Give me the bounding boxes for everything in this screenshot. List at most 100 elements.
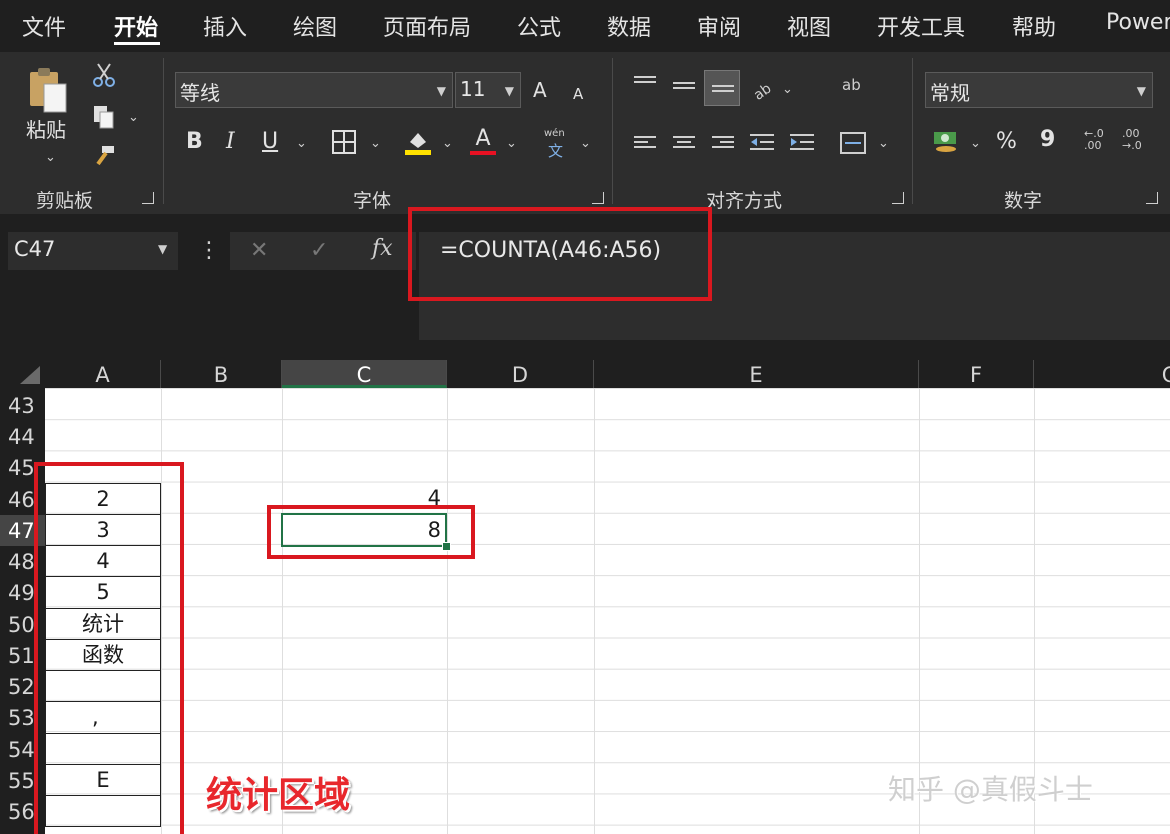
number-format-value: 常规 bbox=[930, 81, 970, 105]
phonetic-dropdown-icon[interactable]: ⌄ bbox=[580, 136, 591, 151]
insert-function-icon[interactable]: fx bbox=[372, 236, 393, 261]
select-all-corner[interactable] bbox=[0, 360, 45, 388]
alignment-group-label: 对齐方式 bbox=[706, 190, 783, 212]
accounting-format-icon[interactable] bbox=[932, 128, 960, 154]
copy-dropdown-icon[interactable]: ⌄ bbox=[128, 110, 139, 125]
column-header-c[interactable]: C bbox=[282, 360, 447, 388]
fill-color-icon[interactable] bbox=[404, 128, 432, 156]
cut-icon[interactable] bbox=[92, 62, 116, 88]
align-middle-icon[interactable] bbox=[673, 82, 695, 98]
group-divider bbox=[612, 58, 613, 204]
align-bottom-icon bbox=[712, 85, 734, 101]
svg-text:ab: ab bbox=[751, 81, 774, 100]
grid-line bbox=[594, 388, 595, 834]
increase-indent-icon[interactable] bbox=[790, 132, 814, 152]
tab-insert[interactable]: 插入 bbox=[203, 10, 247, 42]
clipboard-launcher-icon[interactable] bbox=[142, 192, 154, 204]
align-right-icon[interactable] bbox=[712, 136, 734, 152]
result-highlight-box bbox=[267, 505, 475, 559]
number-group-label: 数字 bbox=[1004, 190, 1043, 212]
font-launcher-icon[interactable] bbox=[592, 192, 604, 204]
align-center-icon[interactable] bbox=[673, 136, 695, 152]
column-header-d[interactable]: D bbox=[447, 360, 594, 388]
tab-file[interactable]: 文件 bbox=[22, 10, 66, 42]
phonetic-bottom[interactable]: 文 bbox=[548, 140, 563, 161]
tab-power[interactable]: Power bbox=[1106, 10, 1170, 35]
tab-home[interactable]: 开始 bbox=[114, 10, 158, 42]
tab-draw[interactable]: 绘图 bbox=[293, 10, 337, 42]
accounting-dropdown-icon[interactable]: ⌄ bbox=[970, 136, 981, 151]
column-header-a[interactable]: A bbox=[45, 360, 161, 388]
number-launcher-icon[interactable] bbox=[1146, 192, 1158, 204]
percent-button[interactable]: % bbox=[996, 130, 1017, 154]
group-divider bbox=[912, 58, 913, 204]
underline-button[interactable]: U bbox=[262, 130, 278, 154]
align-bottom-button[interactable] bbox=[704, 70, 740, 106]
font-color-glyph: A bbox=[475, 126, 491, 151]
formula-highlight-box bbox=[408, 207, 712, 301]
active-tab-indicator bbox=[114, 42, 160, 45]
font-color-dropdown-icon[interactable]: ⌄ bbox=[506, 136, 517, 151]
paste-label[interactable]: 粘贴 bbox=[26, 118, 66, 142]
decrease-indent-icon[interactable] bbox=[750, 132, 774, 152]
font-name-value: 等线 bbox=[180, 81, 220, 105]
grid-line bbox=[447, 388, 448, 834]
cancel-icon[interactable]: ✕ bbox=[250, 238, 268, 263]
grow-font-button[interactable]: A bbox=[533, 78, 547, 102]
font-name-select[interactable]: 等线 ▼ bbox=[175, 72, 453, 108]
region-label: 统计区域 bbox=[206, 775, 351, 816]
font-size-select[interactable]: 11 ▼ bbox=[455, 72, 521, 108]
phonetic-top[interactable]: wén bbox=[544, 128, 565, 139]
row-header[interactable]: 43 bbox=[0, 390, 45, 421]
increase-decimal-button[interactable]: ←.0 .00 bbox=[1084, 128, 1110, 152]
alignment-launcher-icon[interactable] bbox=[892, 192, 904, 204]
enter-icon[interactable]: ✓ bbox=[310, 238, 328, 263]
paste-dropdown-icon[interactable]: ⌄ bbox=[45, 150, 56, 165]
font-group-label: 字体 bbox=[353, 190, 392, 212]
tab-review[interactable]: 审阅 bbox=[697, 10, 741, 42]
italic-button[interactable]: I bbox=[226, 130, 235, 154]
group-divider bbox=[163, 58, 164, 204]
merge-dropdown-icon[interactable]: ⌄ bbox=[878, 136, 889, 151]
chevron-down-icon: ▼ bbox=[504, 84, 514, 98]
copy-icon[interactable] bbox=[92, 104, 116, 130]
orientation-icon[interactable]: ab bbox=[750, 78, 775, 104]
more-options-icon[interactable]: ⋮ bbox=[198, 238, 220, 263]
merge-center-icon[interactable] bbox=[840, 132, 866, 154]
font-size-value: 11 bbox=[460, 77, 486, 101]
orientation-dropdown-icon[interactable]: ⌄ bbox=[782, 82, 793, 97]
borders-dropdown-icon[interactable]: ⌄ bbox=[370, 136, 381, 151]
bold-button[interactable]: B bbox=[186, 130, 203, 154]
row-header[interactable]: 44 bbox=[0, 421, 45, 452]
borders-icon[interactable] bbox=[332, 130, 356, 154]
tab-help[interactable]: 帮助 bbox=[1012, 10, 1056, 42]
chevron-down-icon: ▼ bbox=[436, 84, 446, 98]
font-color-button[interactable]: A bbox=[470, 126, 496, 156]
shrink-font-button[interactable]: A bbox=[573, 82, 583, 106]
column-header-f[interactable]: F bbox=[919, 360, 1034, 388]
name-box-value: C47 bbox=[14, 237, 56, 261]
tab-view[interactable]: 视图 bbox=[787, 10, 831, 42]
format-painter-icon[interactable] bbox=[92, 144, 116, 168]
tab-data[interactable]: 数据 bbox=[607, 10, 651, 42]
tab-page-layout[interactable]: 页面布局 bbox=[383, 10, 471, 42]
align-left-icon[interactable] bbox=[634, 136, 656, 152]
name-box[interactable]: C47 ▼ bbox=[8, 232, 178, 270]
column-header-e[interactable]: E bbox=[594, 360, 919, 388]
comma-style-button[interactable]: 9 bbox=[1040, 128, 1055, 152]
column-header-g[interactable]: G bbox=[1034, 360, 1170, 388]
column-header-b[interactable]: B bbox=[161, 360, 282, 388]
fill-color-dropdown-icon[interactable]: ⌄ bbox=[442, 136, 453, 151]
decrease-decimal-button[interactable]: .00 →.0 bbox=[1122, 128, 1148, 152]
tab-formulas[interactable]: 公式 bbox=[517, 10, 561, 42]
wrap-text-icon[interactable]: ab bbox=[842, 76, 861, 94]
chevron-down-icon: ▼ bbox=[1136, 84, 1146, 98]
underline-dropdown-icon[interactable]: ⌄ bbox=[296, 136, 307, 151]
align-top-icon[interactable] bbox=[634, 76, 656, 92]
tab-developer[interactable]: 开发工具 bbox=[877, 10, 965, 42]
chevron-down-icon[interactable]: ▼ bbox=[158, 242, 167, 256]
paste-icon[interactable] bbox=[28, 66, 68, 114]
menu-bar bbox=[0, 0, 1170, 52]
region-highlight-box bbox=[34, 462, 184, 834]
number-format-select[interactable]: 常规 ▼ bbox=[925, 72, 1153, 108]
